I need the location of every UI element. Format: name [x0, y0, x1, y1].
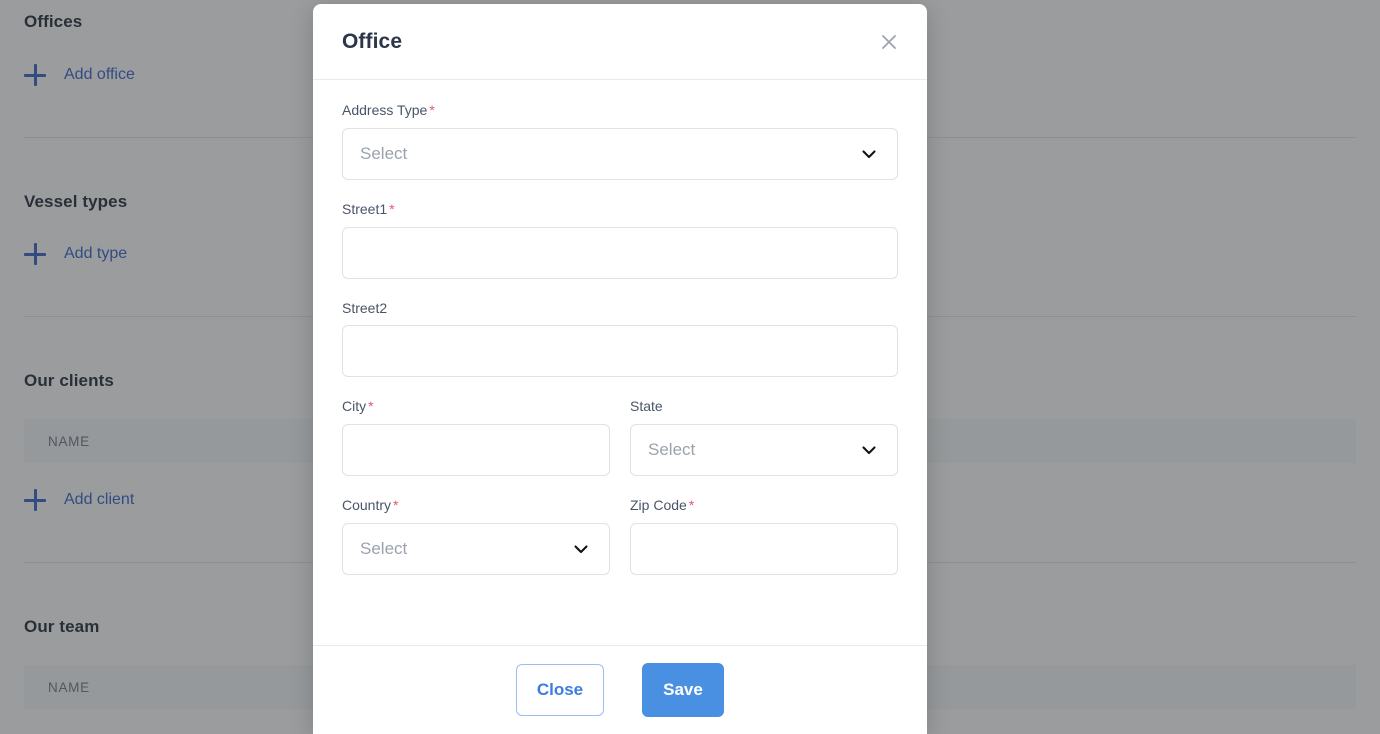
- required-asterisk: *: [389, 200, 395, 217]
- chevron-down-icon: [858, 439, 880, 461]
- field-state: State Select: [630, 398, 898, 477]
- zip-code-input[interactable]: [630, 522, 898, 575]
- required-asterisk: *: [393, 497, 399, 514]
- chevron-down-icon: [570, 538, 592, 560]
- close-icon[interactable]: [875, 28, 903, 56]
- label-street1-text: Street1: [342, 200, 388, 217]
- field-address-type: Address Type * Select: [342, 102, 898, 180]
- label-zip-code-text: Zip Code: [630, 497, 687, 514]
- label-state-text: State: [630, 398, 663, 415]
- row-country-zip: Country * Select Zip Code *: [342, 497, 898, 596]
- office-modal: Office Address Type * Select Street1 * S…: [313, 4, 927, 734]
- label-zip-code: Zip Code *: [630, 497, 898, 514]
- state-select[interactable]: Select: [630, 424, 898, 477]
- country-select[interactable]: Select: [342, 522, 610, 575]
- label-address-type-text: Address Type: [342, 102, 428, 118]
- field-street2: Street2: [342, 300, 898, 378]
- label-street1: Street1 *: [342, 201, 898, 218]
- modal-header: Office: [313, 4, 927, 80]
- label-street2: Street2: [342, 300, 898, 317]
- close-button[interactable]: Close: [516, 664, 604, 716]
- label-state: State: [630, 398, 898, 415]
- city-input[interactable]: [342, 424, 610, 477]
- required-asterisk: *: [368, 398, 374, 415]
- street1-input[interactable]: [342, 226, 898, 279]
- chevron-down-icon: [858, 143, 880, 165]
- label-address-type: Address Type *: [342, 102, 898, 119]
- save-button[interactable]: Save: [642, 663, 724, 717]
- row-city-state: City * State Select: [342, 398, 898, 497]
- required-asterisk: *: [429, 102, 435, 118]
- label-country: Country *: [342, 497, 610, 514]
- state-placeholder: Select: [648, 440, 696, 460]
- required-asterisk: *: [688, 497, 695, 514]
- modal-footer: Close Save: [313, 645, 927, 734]
- label-city: City *: [342, 398, 610, 415]
- country-placeholder: Select: [360, 538, 408, 558]
- modal-title: Office: [342, 29, 403, 53]
- field-city: City *: [342, 398, 610, 477]
- label-country-text: Country: [342, 497, 392, 514]
- address-type-select[interactable]: Select: [342, 127, 898, 180]
- field-country: Country * Select: [342, 497, 610, 575]
- label-city-text: City: [342, 398, 367, 415]
- field-zip-code: Zip Code *: [630, 497, 898, 575]
- modal-body: Address Type * Select Street1 * Street2 …: [313, 80, 927, 645]
- street2-input[interactable]: [342, 325, 898, 378]
- address-type-placeholder: Select: [360, 143, 408, 163]
- field-street1: Street1 *: [342, 201, 898, 279]
- label-street2-text: Street2: [342, 299, 388, 316]
